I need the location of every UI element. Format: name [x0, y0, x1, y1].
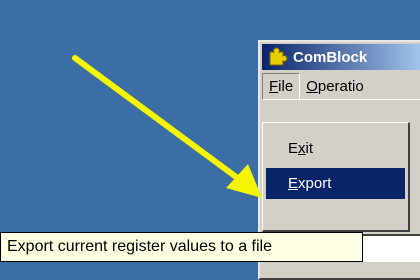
yellow-arrow-icon — [72, 55, 262, 198]
